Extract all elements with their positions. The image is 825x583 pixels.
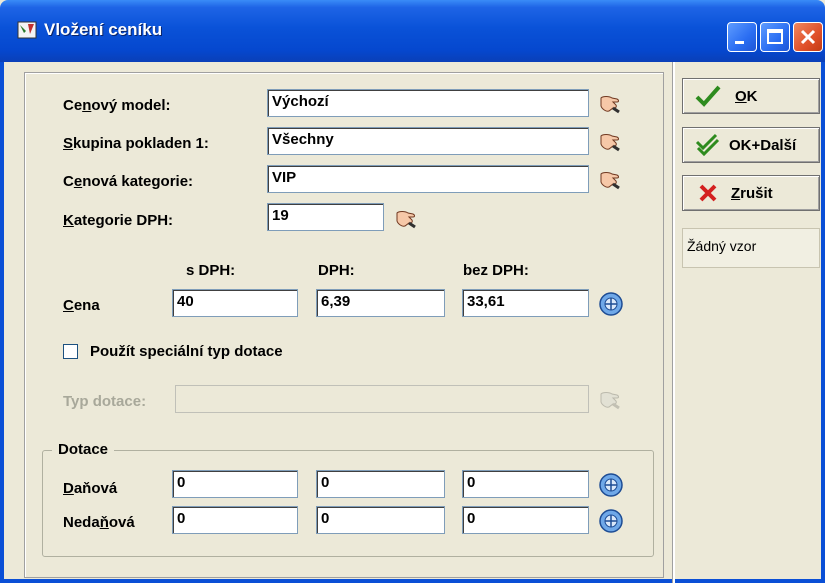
calculator-icon [599, 473, 623, 497]
dotace-groupbox [42, 450, 654, 557]
kategorie-dph-field[interactable]: 19 [267, 203, 384, 231]
cross-icon [699, 184, 717, 202]
skupina-pokladen-select-button[interactable] [596, 127, 624, 155]
nedanova-bez-dph-field[interactable]: 0 [462, 506, 589, 534]
kategorie-dph-select-button[interactable] [392, 204, 420, 232]
hand-pointer-icon [600, 134, 620, 152]
template-selector[interactable]: Žádný vzor [682, 228, 820, 268]
cenova-kategorie-select-button[interactable] [596, 165, 624, 193]
window-frame-right [821, 62, 825, 583]
maximize-button[interactable] [760, 22, 790, 52]
close-button[interactable] [793, 22, 823, 52]
cenova-kategorie-label: Cenová kategorie: [63, 173, 194, 190]
cena-label: Cena [63, 297, 100, 314]
danova-dph-field[interactable]: 0 [316, 470, 445, 498]
cenovy-model-select-button[interactable] [596, 89, 624, 117]
column-header-dph: DPH: [318, 262, 355, 279]
nedanova-s-dph-field[interactable]: 0 [172, 506, 298, 534]
calculator-icon [599, 292, 623, 316]
nedanova-dph-field[interactable]: 0 [316, 506, 445, 534]
close-icon [800, 29, 816, 45]
special-dotace-label: Použít speciální typ dotace [90, 343, 283, 360]
special-dotace-checkbox[interactable] [63, 344, 78, 359]
danova-s-dph-field[interactable]: 0 [172, 470, 298, 498]
calculator-icon [599, 509, 623, 533]
nedanova-label: Nedaňová [63, 514, 135, 531]
app-icon [17, 21, 37, 39]
column-header-s-dph: s DPH: [186, 262, 236, 279]
checkmark-icon [695, 85, 721, 107]
cena-s-dph-field[interactable]: 40 [172, 289, 298, 317]
cenova-kategorie-field[interactable]: VIP [267, 165, 589, 193]
hand-pointer-icon [396, 211, 416, 229]
window-frame-bottom [0, 579, 825, 583]
column-header-bez-dph: bez DPH: [463, 262, 529, 279]
typ-dotace-field[interactable] [175, 385, 589, 413]
kategorie-dph-label: Kategorie DPH: [63, 212, 174, 229]
danova-calculate-button[interactable] [597, 471, 625, 499]
ok-next-button[interactable]: OK+Další [682, 127, 820, 163]
cena-calculate-button[interactable] [597, 290, 625, 318]
maximize-icon [767, 29, 783, 44]
cenovy-model-label: Cenový model: [63, 97, 171, 114]
title-bar[interactable]: Vložení ceníku [0, 0, 825, 62]
typ-dotace-select-button[interactable] [596, 385, 624, 413]
typ-dotace-label: Typ dotace: [63, 393, 147, 410]
panel-separator [672, 62, 675, 583]
window-title: Vložení ceníku [44, 20, 163, 39]
window-frame-left [0, 62, 4, 583]
hand-pointer-icon [600, 392, 620, 410]
cena-dph-field[interactable]: 6,39 [316, 289, 445, 317]
cenovy-model-field[interactable]: Výchozí [267, 89, 589, 117]
skupina-pokladen-field[interactable]: Všechny [267, 127, 589, 155]
hand-pointer-icon [600, 172, 620, 190]
hand-pointer-icon [600, 96, 620, 114]
cancel-button[interactable]: Zrušit [682, 175, 820, 211]
cena-bez-dph-field[interactable]: 33,61 [462, 289, 589, 317]
danova-label: Daňová [63, 480, 118, 497]
ok-button[interactable]: OK [682, 78, 820, 114]
minimize-icon [735, 41, 744, 44]
minimize-button[interactable] [727, 22, 757, 52]
dialog-window: Vložení ceníku Cenový model: Výchozí Sku… [0, 0, 825, 583]
double-checkmark-icon [695, 133, 720, 157]
nedanova-calculate-button[interactable] [597, 507, 625, 535]
skupina-pokladen-label: Skupina pokladen 1: [63, 135, 209, 152]
dotace-group-title: Dotace [52, 441, 115, 458]
danova-bez-dph-field[interactable]: 0 [462, 470, 589, 498]
